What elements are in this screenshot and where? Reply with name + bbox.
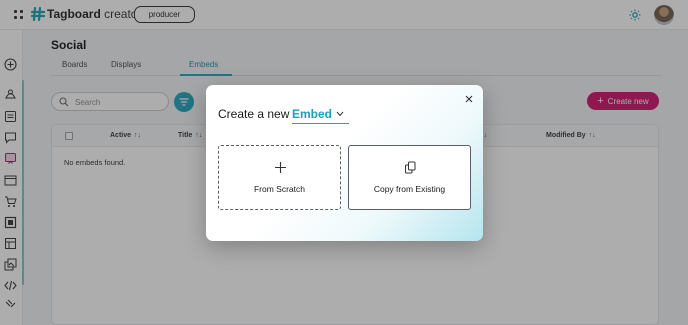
from-scratch-option[interactable]: From Scratch [218, 145, 341, 210]
type-dropdown[interactable]: Embed [292, 106, 349, 124]
modal-title: Create a new [218, 107, 290, 121]
chevron-down-icon [336, 111, 344, 117]
type-dropdown-value: Embed [292, 107, 333, 121]
from-scratch-label: From Scratch [253, 184, 305, 194]
copy-from-existing-option[interactable]: Copy from Existing [348, 145, 471, 210]
copy-icon [405, 161, 416, 174]
copy-from-existing-label: Copy from Existing [373, 184, 446, 194]
create-embed-modal: Create a new Embed From Scratch Copy fro… [206, 85, 483, 241]
close-icon[interactable] [465, 95, 473, 103]
plus-icon [275, 162, 286, 173]
